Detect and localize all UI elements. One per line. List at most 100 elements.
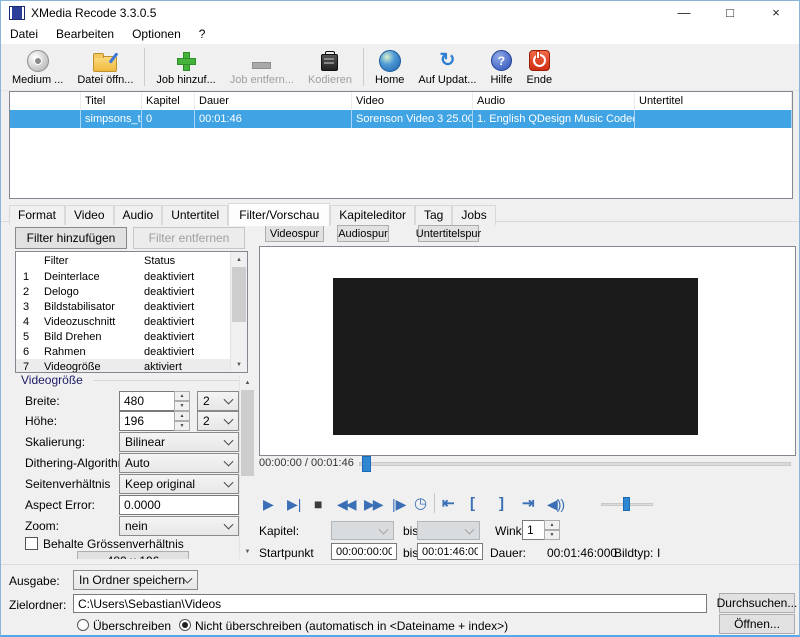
menu-hilfe[interactable]: ? [190, 25, 215, 43]
step-up-icon[interactable]: ▲ [544, 520, 560, 530]
list-item-active[interactable]: 7 Videogröße aktiviert [16, 359, 247, 373]
aspect-error-input[interactable] [119, 495, 239, 515]
browse-button[interactable]: Durchsuchen... [719, 593, 795, 613]
tab-tag[interactable]: Tag [415, 205, 452, 225]
video-track-button[interactable]: Videospur [265, 225, 324, 242]
list-item[interactable]: 6 Rahmen deaktiviert [16, 344, 247, 359]
exit-button[interactable]: Ende [519, 46, 559, 88]
close-button[interactable]: × [753, 1, 799, 24]
col-untertitel[interactable]: Untertitel [635, 92, 792, 110]
breite-unit-dropdown[interactable]: 2 [197, 391, 239, 411]
hoehe-unit-dropdown[interactable]: 2 [197, 411, 239, 431]
skalierung-dropdown[interactable]: Bilinear [119, 432, 239, 452]
maximize-button[interactable]: □ [707, 1, 753, 24]
menu-optionen[interactable]: Optionen [123, 25, 190, 43]
tab-filter-vorschau[interactable]: Filter/Vorschau [228, 203, 330, 226]
breite-input[interactable] [119, 391, 175, 411]
menu-bearbeiten[interactable]: Bearbeiten [47, 25, 123, 43]
scrollbar-thumb[interactable] [241, 390, 254, 476]
set-end-mark-button[interactable]: ] [499, 495, 504, 513]
tab-audio[interactable]: Audio [114, 205, 163, 225]
clock-icon[interactable]: ◷ [414, 495, 427, 513]
volume-icon[interactable]: ◀)) [547, 495, 564, 513]
scrollbar-down-icon[interactable]: ▼ [240, 544, 255, 559]
scrollbar-down-icon[interactable]: ▼ [231, 357, 247, 372]
tab-untertitel[interactable]: Untertitel [162, 205, 228, 225]
keep-ratio-checkbox[interactable] [25, 537, 38, 550]
filter-list-scrollbar[interactable]: ▲ ▼ [230, 252, 247, 372]
list-item[interactable]: 4 Videozuschnitt deaktiviert [16, 314, 247, 329]
add-filter-button[interactable]: Filter hinzufügen [15, 227, 127, 249]
hoehe-input[interactable] [119, 411, 175, 431]
zielordner-input[interactable] [73, 594, 707, 613]
step-down-icon[interactable]: ▼ [174, 401, 190, 411]
hoehe-stepper[interactable]: ▲ ▼ [174, 411, 190, 431]
seitenverhaeltnis-dropdown[interactable]: Keep original [119, 474, 239, 494]
list-item[interactable]: 3 Bildstabilisator deaktiviert [16, 299, 247, 314]
list-item[interactable]: 2 Delogo deaktiviert [16, 284, 247, 299]
remove-filter-button[interactable]: Filter entfernen [133, 227, 245, 249]
kapitel-to-dropdown[interactable] [417, 521, 480, 540]
set-start-mark-button[interactable]: [ [470, 495, 475, 513]
step-up-icon[interactable]: ▲ [174, 391, 190, 401]
fast-forward-button[interactable]: ▶▶ [364, 495, 382, 513]
scrollbar-up-icon[interactable]: ▲ [240, 375, 255, 390]
dithering-dropdown[interactable]: Auto [119, 453, 239, 473]
col-icon[interactable] [10, 92, 81, 110]
list-item[interactable]: 5 Bild Drehen deaktiviert [16, 329, 247, 344]
kapitel-from-dropdown[interactable] [331, 521, 394, 540]
open-medium-button[interactable]: Medium ... [5, 46, 70, 88]
settings-scrollbar[interactable]: ▲ ▼ [239, 375, 255, 559]
tab-jobs[interactable]: Jobs [452, 205, 495, 225]
tab-format[interactable]: Format [9, 205, 65, 225]
breite-stepper[interactable]: ▲ ▼ [174, 391, 190, 411]
audio-track-button[interactable]: Audiospur [337, 225, 389, 242]
rewind-button[interactable]: ◀◀ [337, 495, 355, 513]
home-button[interactable]: Home [368, 46, 411, 88]
encode-button[interactable]: Kodieren [301, 46, 359, 88]
add-job-button[interactable]: Job hinzuf... [149, 46, 222, 88]
minimize-button[interactable]: — [661, 1, 707, 24]
open-folder-button[interactable]: Öffnen... [719, 614, 795, 634]
winkel-stepper[interactable]: ▲ ▼ [544, 520, 560, 540]
remove-job-button[interactable]: Job entfern... [223, 46, 301, 88]
goto-end-mark-button[interactable]: ⇥ [522, 495, 535, 513]
col-kapitel[interactable]: Kapitel [142, 92, 195, 110]
col-audio[interactable]: Audio [473, 92, 635, 110]
start-time-input[interactable] [331, 543, 397, 560]
zoom-dropdown[interactable]: nein [119, 516, 239, 536]
scrollbar-up-icon[interactable]: ▲ [231, 252, 247, 267]
tab-kapiteleditor[interactable]: Kapiteleditor [330, 205, 415, 225]
menu-datei[interactable]: Datei [1, 25, 47, 43]
step-forward-button[interactable]: |▶ [392, 495, 406, 513]
filter-col-header[interactable]: Filter [44, 255, 144, 267]
volume-slider-thumb[interactable] [623, 497, 630, 511]
step-down-icon[interactable]: ▼ [544, 530, 560, 540]
table-row[interactable]: simpsons_t... 0 00:01:46 Sorenson Video … [10, 110, 792, 128]
stop-button[interactable]: ■ [314, 495, 322, 513]
next-frame-button[interactable]: ▶| [287, 495, 301, 513]
winkel-input[interactable] [522, 520, 545, 540]
no-overwrite-radio[interactable] [179, 619, 191, 631]
seek-slider[interactable] [359, 462, 791, 466]
help-button[interactable]: ? Hilfe [483, 46, 519, 88]
end-time-input[interactable] [417, 543, 483, 560]
step-down-icon[interactable]: ▼ [174, 421, 190, 431]
step-up-icon[interactable]: ▲ [174, 411, 190, 421]
scrollbar-thumb[interactable] [232, 267, 246, 322]
col-dauer[interactable]: Dauer [195, 92, 352, 110]
seek-slider-thumb[interactable] [362, 456, 371, 472]
check-update-button[interactable]: ↻ Auf Updat... [411, 46, 483, 88]
size-button[interactable]: 480 x 196 [77, 551, 189, 559]
overwrite-radio[interactable] [77, 619, 89, 631]
col-titel[interactable]: Titel [81, 92, 142, 110]
ausgabe-dropdown[interactable]: In Ordner speichern [73, 570, 198, 590]
col-video[interactable]: Video [352, 92, 473, 110]
subtitle-track-button[interactable]: Untertitelspur [418, 225, 479, 242]
list-item[interactable]: 1 Deinterlace deaktiviert [16, 269, 247, 284]
tab-video[interactable]: Video [65, 205, 113, 225]
play-button[interactable]: ▶ [263, 495, 274, 513]
open-file-button[interactable]: Datei öffn... [70, 46, 140, 88]
globe-icon [379, 50, 401, 72]
goto-start-mark-button[interactable]: ⇤ [442, 495, 455, 513]
